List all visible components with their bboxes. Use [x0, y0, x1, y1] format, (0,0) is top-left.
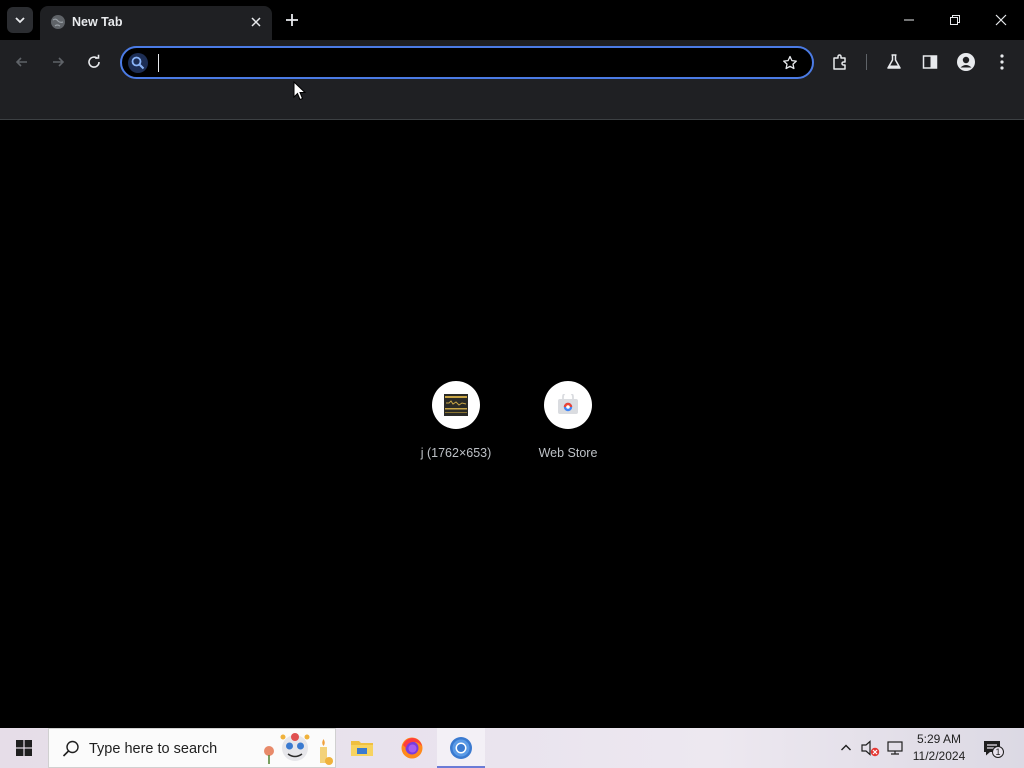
- close-icon: [995, 14, 1007, 26]
- clock-time: 5:29 AM: [916, 732, 962, 746]
- star-icon: [783, 55, 797, 70]
- network-icon: [887, 741, 903, 755]
- start-button[interactable]: [0, 728, 48, 768]
- shortcut-label: Web Store: [538, 446, 598, 460]
- chrome-labs-button[interactable]: [880, 48, 908, 76]
- back-button[interactable]: [8, 48, 36, 76]
- tab-search-button[interactable]: [7, 7, 33, 33]
- tab-strip: New Tab: [0, 0, 1024, 40]
- chevron-down-icon: [15, 17, 25, 24]
- browser-toolbar: [0, 40, 1024, 84]
- taskbar-file-explorer[interactable]: [338, 728, 386, 768]
- notifications-button[interactable]: 1: [982, 738, 1004, 758]
- shortcut-icon-container: [432, 381, 480, 429]
- notification-count-badge: 1: [992, 746, 1004, 758]
- search-icon: [128, 53, 148, 73]
- profile-button[interactable]: [952, 48, 980, 76]
- reload-icon: [88, 54, 100, 68]
- puzzle-icon: [833, 54, 846, 70]
- mouse-cursor-icon: [293, 81, 307, 101]
- taskbar-firefox[interactable]: [388, 728, 436, 768]
- web-store-icon: [558, 394, 578, 414]
- shortcut-icon-container: [544, 381, 592, 429]
- toolbar-separator: [866, 54, 867, 70]
- system-clock[interactable]: 5:29 AM 11/2/2024: [906, 731, 972, 765]
- flask-icon: [887, 54, 901, 69]
- minimize-icon: [904, 19, 914, 21]
- windows-taskbar: Type here to search 5:29 AM 11/2/2024 1: [0, 728, 1024, 768]
- address-bar[interactable]: [120, 46, 814, 79]
- globe-icon: [51, 15, 65, 29]
- close-window-button[interactable]: [978, 0, 1024, 40]
- screen: New Tab j (1762×653) Web Store Type here…: [0, 0, 1024, 768]
- taskbar-chrome[interactable]: [437, 728, 485, 768]
- search-icon: [62, 740, 79, 757]
- bookmark-star-button[interactable]: [780, 53, 800, 73]
- extensions-button[interactable]: [826, 48, 854, 76]
- plus-icon: [286, 14, 298, 26]
- reload-button[interactable]: [80, 48, 108, 76]
- network-button[interactable]: [885, 738, 905, 758]
- chrome-icon: [450, 737, 472, 759]
- volume-muted-button[interactable]: [860, 738, 880, 758]
- clock-date: 11/2/2024: [912, 749, 966, 763]
- close-icon: [251, 17, 261, 27]
- text-caret: [158, 54, 159, 72]
- shortcut-label: j (1762×653): [420, 446, 492, 460]
- show-hidden-icons-button[interactable]: [836, 738, 856, 758]
- file-explorer-icon: [351, 741, 373, 756]
- restore-icon: [950, 15, 960, 25]
- address-input[interactable]: [156, 52, 776, 74]
- image-thumbnail-icon: [444, 394, 468, 416]
- new-tab-page: j (1762×653) Web Store: [0, 121, 1024, 728]
- windows-logo-icon: [16, 740, 32, 756]
- menu-button[interactable]: [988, 48, 1016, 76]
- search-highlight-icon: [264, 733, 333, 765]
- tab-title: New Tab: [72, 15, 123, 29]
- arrow-left-icon: [15, 57, 27, 67]
- search-placeholder: Type here to search: [89, 741, 218, 757]
- chevron-up-icon: [841, 744, 851, 751]
- tab-new-tab[interactable]: New Tab: [40, 6, 272, 40]
- avatar-icon: [957, 53, 975, 71]
- side-panel-icon: [922, 55, 938, 69]
- new-tab-button[interactable]: [280, 8, 304, 32]
- taskbar-search-box[interactable]: Type here to search: [48, 728, 336, 768]
- arrow-right-icon: [53, 57, 65, 67]
- shortcut-tile[interactable]: Web Store: [512, 365, 624, 477]
- minimize-button[interactable]: [886, 0, 932, 40]
- shortcut-tile[interactable]: j (1762×653): [400, 365, 512, 477]
- tab-close-button[interactable]: [246, 12, 266, 32]
- side-panel-button[interactable]: [916, 48, 944, 76]
- speaker-muted-icon: [861, 740, 880, 757]
- restore-button[interactable]: [932, 0, 978, 40]
- forward-button[interactable]: [44, 48, 72, 76]
- firefox-icon: [401, 737, 423, 759]
- bookmarks-bar: [0, 84, 1024, 120]
- kebab-menu-icon: [1000, 54, 1004, 70]
